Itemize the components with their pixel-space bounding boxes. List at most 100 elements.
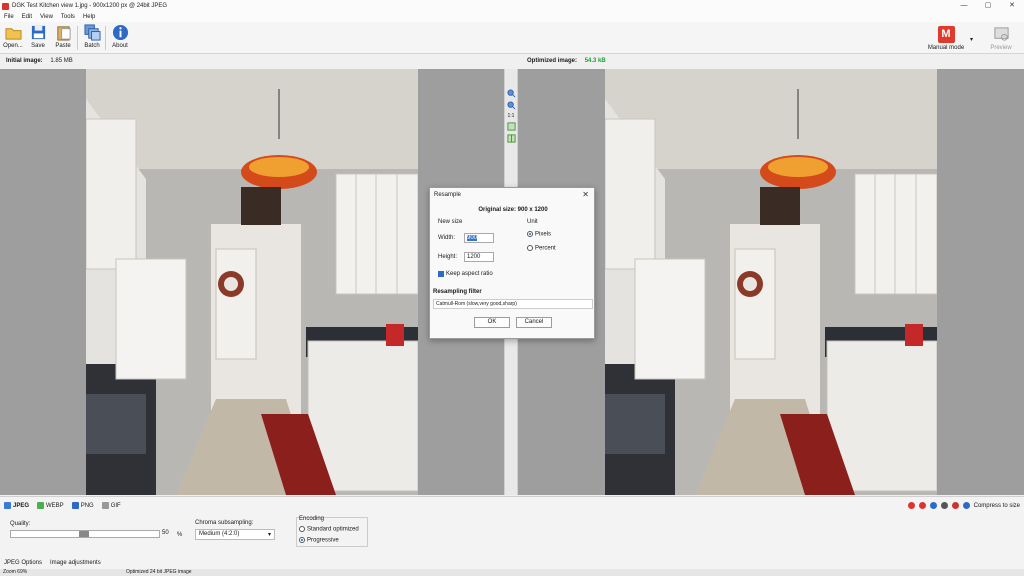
crop-icon[interactable] bbox=[940, 502, 948, 509]
radio-icon bbox=[527, 245, 533, 251]
progressive-radio[interactable]: Progressive bbox=[299, 537, 339, 544]
width-label: Width: bbox=[438, 235, 456, 241]
radio-selected-icon bbox=[299, 537, 305, 543]
option-tabs: JPEG Options Image adjustments bbox=[4, 560, 101, 566]
encoding-group: Encoding Standard optimized Progressive bbox=[296, 516, 368, 547]
new-size-label: New size bbox=[438, 219, 463, 225]
output-status: Optimized 24 bit JPEG image bbox=[126, 569, 192, 575]
preview-icon bbox=[993, 27, 1009, 41]
quality-slider-thumb[interactable] bbox=[79, 531, 89, 537]
minimize-button[interactable]: — bbox=[952, 0, 976, 12]
menu-file[interactable]: File bbox=[0, 14, 18, 20]
status-bar: Zoom 69% Optimized 24 bit JPEG image bbox=[0, 569, 1024, 576]
checkbox-checked-icon bbox=[438, 271, 444, 277]
menu-bar: File Edit View Tools Help bbox=[0, 12, 1024, 22]
resample-dialog: Resample ✕ Original size: 900 x 1200 New… bbox=[429, 187, 595, 339]
info-icon bbox=[112, 24, 128, 41]
original-size: Original size: 900 x 1200 bbox=[478, 207, 548, 213]
tab-jpeg-options[interactable]: JPEG Options bbox=[4, 560, 42, 566]
window-title: DGK Test Kitchen view 1.jpg - 900x1200 p… bbox=[12, 3, 168, 9]
width-input[interactable]: 900 bbox=[464, 233, 494, 243]
floppy-icon bbox=[31, 25, 45, 40]
zoom-out-icon[interactable] bbox=[506, 101, 516, 110]
resampling-filter-select[interactable]: Catmull-Rom (slow,very good,sharp) bbox=[433, 299, 593, 309]
height-label: Height: bbox=[438, 254, 458, 260]
initial-photo bbox=[86, 69, 418, 495]
tab-image-adjustments[interactable]: Image adjustments bbox=[50, 560, 101, 566]
standard-optimized-radio[interactable]: Standard optimized bbox=[299, 526, 359, 533]
quality-label: Quality: bbox=[10, 521, 31, 527]
info-bar: Initial image: 1.85 MB Optimized image: … bbox=[0, 55, 1024, 68]
format-tab-jpeg[interactable]: JPEG bbox=[4, 502, 29, 509]
compare-icon[interactable] bbox=[506, 134, 516, 143]
manual-mode-icon: M bbox=[937, 26, 955, 43]
radio-icon bbox=[299, 526, 305, 532]
save-button[interactable]: Save bbox=[26, 24, 50, 54]
window-controls: — ▢ ✕ bbox=[952, 0, 1024, 12]
compress-to-size-button[interactable]: Compress to size bbox=[974, 503, 1020, 509]
chevron-down-icon[interactable]: ▾ bbox=[970, 36, 973, 43]
app-icon bbox=[2, 2, 9, 10]
quality-value[interactable]: 50 bbox=[162, 530, 174, 538]
chevron-down-icon: ▾ bbox=[267, 532, 271, 538]
clipboard-icon bbox=[56, 26, 71, 41]
menu-help[interactable]: Help bbox=[79, 14, 99, 20]
ok-button[interactable]: OK bbox=[474, 317, 510, 328]
format-tab-png[interactable]: PNG bbox=[71, 502, 94, 509]
gif-icon bbox=[101, 502, 109, 509]
fit-icon[interactable] bbox=[506, 122, 516, 131]
format-tab-webp[interactable]: WEBP bbox=[37, 502, 64, 509]
grid-icon[interactable] bbox=[962, 502, 970, 509]
initial-image-info: Initial image: 1.85 MB bbox=[6, 58, 73, 64]
format-tabs: JPEG WEBP PNG GIF bbox=[4, 502, 121, 509]
cancel-button[interactable]: Cancel bbox=[516, 317, 552, 328]
toolbar: Open... Save Paste Batch About bbox=[0, 22, 1024, 54]
maximize-button[interactable]: ▢ bbox=[976, 0, 1000, 12]
close-icon[interactable]: ✕ bbox=[582, 190, 589, 199]
undo-icon[interactable] bbox=[907, 502, 915, 509]
format-tab-gif[interactable]: GIF bbox=[101, 502, 121, 509]
title-bar: DGK Test Kitchen view 1.jpg - 900x1200 p… bbox=[0, 0, 1024, 12]
close-button[interactable]: ✕ bbox=[1000, 0, 1024, 12]
about-button[interactable]: About bbox=[108, 24, 132, 54]
zoom-in-icon[interactable] bbox=[506, 89, 516, 98]
toolbar-separator bbox=[105, 26, 106, 50]
optimized-image-info: Optimized image: 54.3 kB bbox=[527, 58, 606, 64]
options-panel: JPEG WEBP PNG GIF Compress to size Quali… bbox=[0, 496, 1024, 576]
kitchen-photo-optimized bbox=[605, 69, 937, 495]
open-button[interactable]: Open... bbox=[1, 24, 25, 54]
rotate-icon[interactable] bbox=[929, 502, 937, 509]
pixels-radio[interactable]: Pixels bbox=[527, 231, 551, 238]
height-input[interactable]: 1200 bbox=[464, 252, 494, 262]
preview-button[interactable]: Preview bbox=[986, 26, 1016, 54]
paste-button[interactable]: Paste bbox=[51, 24, 75, 54]
batch-button[interactable]: Batch bbox=[80, 24, 104, 54]
tools-icon[interactable] bbox=[951, 502, 959, 509]
quality-slider[interactable] bbox=[10, 530, 160, 538]
menu-edit[interactable]: Edit bbox=[18, 14, 36, 20]
radio-selected-icon bbox=[527, 231, 533, 237]
manual-mode-button[interactable]: M Manual mode ▾ bbox=[924, 26, 973, 54]
right-tools: Compress to size bbox=[907, 502, 1020, 509]
png-icon bbox=[71, 502, 79, 509]
optimized-photo bbox=[605, 69, 937, 495]
webp-icon bbox=[37, 502, 45, 509]
folder-icon bbox=[4, 28, 22, 40]
chroma-label: Chroma subsampling: bbox=[195, 520, 254, 526]
unit-label: Unit bbox=[527, 219, 538, 225]
dialog-title: Resample bbox=[434, 192, 462, 198]
menu-tools[interactable]: Tools bbox=[57, 14, 79, 20]
batch-icon bbox=[83, 24, 101, 41]
menu-view[interactable]: View bbox=[36, 14, 57, 20]
keep-aspect-checkbox[interactable]: Keep aspect ratio bbox=[438, 271, 493, 277]
resampling-filter-label: Resampling filter bbox=[433, 289, 482, 295]
zoom-status: Zoom 69% bbox=[3, 569, 28, 575]
chroma-select[interactable]: Medium (4:2:0) ▾ bbox=[195, 529, 275, 540]
actual-size-button[interactable]: 1:1 bbox=[505, 113, 517, 119]
jpeg-icon bbox=[4, 502, 11, 509]
toolbar-separator bbox=[77, 26, 78, 50]
redo-icon[interactable] bbox=[918, 502, 926, 509]
percent-radio[interactable]: Percent bbox=[527, 245, 556, 252]
quality-unit: % bbox=[177, 532, 183, 538]
kitchen-photo bbox=[86, 69, 418, 495]
